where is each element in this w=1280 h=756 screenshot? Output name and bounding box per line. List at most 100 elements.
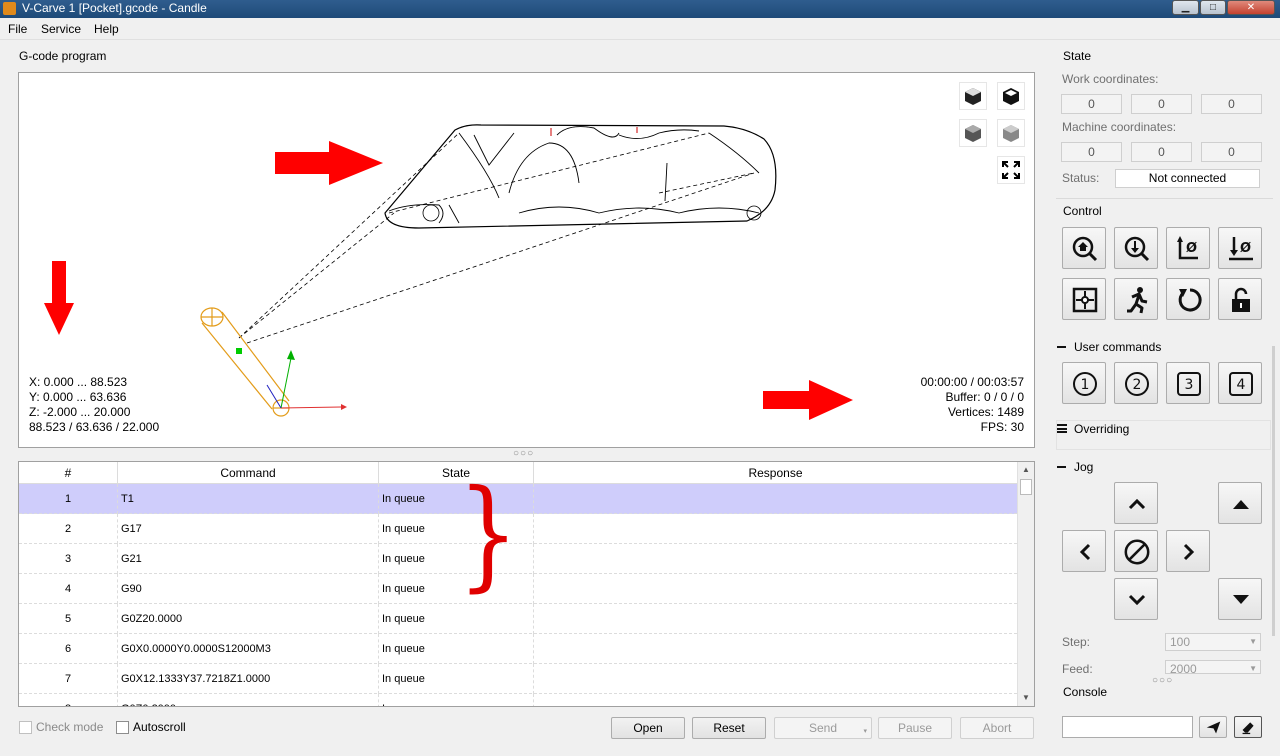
chevron-up-icon <box>1128 498 1146 510</box>
abort-button[interactable]: Abort <box>960 717 1034 739</box>
fit-view-button[interactable] <box>997 156 1025 184</box>
home-icon <box>1072 236 1098 262</box>
column-header-command[interactable]: Command <box>118 462 379 484</box>
scroll-up-icon[interactable]: ▲ <box>1018 462 1034 478</box>
step-value: 100 <box>1170 635 1191 649</box>
axes <box>266 350 347 410</box>
tool-position-marker <box>236 348 242 354</box>
user-command-3-button[interactable]: 3 <box>1166 362 1210 404</box>
view-front-button[interactable] <box>959 82 987 110</box>
gcode-3d-viewer[interactable]: X: 0.000 ... 88.523 Y: 0.000 ... 63.636 Z:… <box>18 72 1035 448</box>
menu-bar: File Service Help <box>0 18 1280 40</box>
triangle-down-icon <box>1233 595 1249 604</box>
right-panel-scrollbar[interactable] <box>1272 346 1275 636</box>
splitter-handle[interactable]: ○○○ <box>513 448 534 459</box>
autoscroll-checkbox[interactable] <box>116 721 129 734</box>
console-input[interactable] <box>1062 716 1193 738</box>
feed-label: Feed: <box>1062 662 1093 676</box>
reset-controller-button[interactable] <box>1166 278 1210 320</box>
jog-x-plus-button[interactable] <box>1166 530 1210 572</box>
menu-file[interactable]: File <box>8 22 27 36</box>
table-row[interactable]: 8G0Z0.2000In queue <box>19 694 1017 706</box>
cell-state: In queue <box>379 694 534 706</box>
view-left-button[interactable] <box>959 119 987 147</box>
scroll-thumb[interactable] <box>1020 479 1032 495</box>
jog-y-minus-button[interactable] <box>1114 578 1158 620</box>
close-button[interactable]: ✕ <box>1227 0 1275 15</box>
app-icon <box>3 2 16 15</box>
jog-z-plus-button[interactable] <box>1218 482 1262 524</box>
part-outline <box>384 124 777 229</box>
jog-stop-button[interactable] <box>1114 530 1158 572</box>
home-button[interactable] <box>1062 227 1106 269</box>
console-title: Console <box>1063 685 1108 699</box>
minimize-button[interactable]: ▁ <box>1172 0 1199 15</box>
table-row[interactable]: 7 G0X12.1333Y37.7218Z1.0000 In queue <box>19 664 1017 694</box>
chevron-right-icon <box>1183 543 1195 561</box>
user-command-4-button[interactable]: 4 <box>1218 362 1262 404</box>
origin-icon <box>1072 287 1098 313</box>
cell-num: 7 <box>19 664 118 694</box>
collapse-user-commands-icon[interactable] <box>1057 346 1066 348</box>
table-row[interactable]: 5 G0Z20.0000 In queue <box>19 604 1017 634</box>
user-command-2-button[interactable]: 2 <box>1114 362 1158 404</box>
scroll-down-icon[interactable]: ▼ <box>1018 690 1034 706</box>
cell-response <box>534 604 1017 634</box>
cell-state: In queue <box>379 604 534 634</box>
jog-x-minus-button[interactable] <box>1062 530 1106 572</box>
column-header-num[interactable]: # <box>19 462 118 484</box>
window-title: V-Carve 1 [Pocket].gcode - Candle <box>22 1 207 15</box>
reset-button[interactable]: Reset <box>692 717 766 739</box>
cell-command: G0Z0.2000 <box>118 694 379 706</box>
check-mode-label: Check mode <box>36 720 104 734</box>
jog-y-plus-button[interactable] <box>1114 482 1158 524</box>
cell-response <box>534 694 1017 706</box>
cell-response <box>534 634 1017 664</box>
unlock-button[interactable] <box>1218 278 1262 320</box>
menu-help[interactable]: Help <box>94 22 119 36</box>
jog-z-minus-button[interactable] <box>1218 578 1262 620</box>
console-clear-button[interactable] <box>1234 716 1262 738</box>
view-top-icon <box>1003 88 1019 105</box>
step-combo[interactable]: 100 ▼ <box>1165 633 1261 651</box>
cell-num: 5 <box>19 604 118 634</box>
chevron-left-icon <box>1079 543 1091 561</box>
cell-command: G0X12.1333Y37.7218Z1.0000 <box>118 664 379 694</box>
pause-button[interactable]: Pause <box>878 717 952 739</box>
safe-position-button[interactable] <box>1114 278 1158 320</box>
open-button[interactable]: Open <box>611 717 685 739</box>
user-command-1-button[interactable]: 1 <box>1062 362 1106 404</box>
digit-2-icon: 2 <box>1125 372 1149 396</box>
svg-text:Ø: Ø <box>1240 241 1251 256</box>
reset-icon <box>1178 288 1202 312</box>
menu-service[interactable]: Service <box>41 22 81 36</box>
zero-z-button[interactable]: Ø <box>1218 227 1262 269</box>
expand-overriding-icon[interactable] <box>1057 424 1067 433</box>
view-iso-button[interactable] <box>997 119 1025 147</box>
gcode-table[interactable]: # Command State Response 1 T1 In queue 2 G17… <box>18 461 1035 707</box>
status-label: Status: <box>1062 171 1100 185</box>
machine-z-field: 0 <box>1201 142 1262 162</box>
digit-1-icon: 1 <box>1073 372 1097 396</box>
column-header-response[interactable]: Response <box>534 462 1017 484</box>
cell-response <box>534 484 1017 514</box>
console-send-button[interactable] <box>1199 716 1227 738</box>
right-splitter-handle[interactable]: ○○○ <box>1152 675 1173 686</box>
return-origin-button[interactable] <box>1062 278 1106 320</box>
table-row[interactable]: 6 G0X0.0000Y0.0000S12000M3 In queue <box>19 634 1017 664</box>
check-mode-checkbox[interactable] <box>19 721 32 734</box>
user-commands-title: User commands <box>1074 340 1162 354</box>
feed-value: 2000 <box>1170 662 1197 674</box>
maximize-button[interactable]: □ <box>1200 0 1226 15</box>
collapse-jog-icon[interactable] <box>1057 466 1066 468</box>
table-scrollbar[interactable]: ▲ ▼ <box>1017 462 1034 706</box>
bounds-z: Z: -2.000 ... 20.000 <box>29 405 131 419</box>
feed-combo[interactable]: 2000 ▼ <box>1165 660 1261 674</box>
cell-response <box>534 574 1017 604</box>
probe-z-button[interactable] <box>1114 227 1158 269</box>
zero-xy-button[interactable]: Ø <box>1166 227 1210 269</box>
view-top-button[interactable] <box>997 82 1025 110</box>
state-group-title: State <box>1063 49 1092 63</box>
bounds-x: X: 0.000 ... 88.523 <box>29 375 128 389</box>
send-button[interactable]: Send ▾ <box>774 717 872 739</box>
